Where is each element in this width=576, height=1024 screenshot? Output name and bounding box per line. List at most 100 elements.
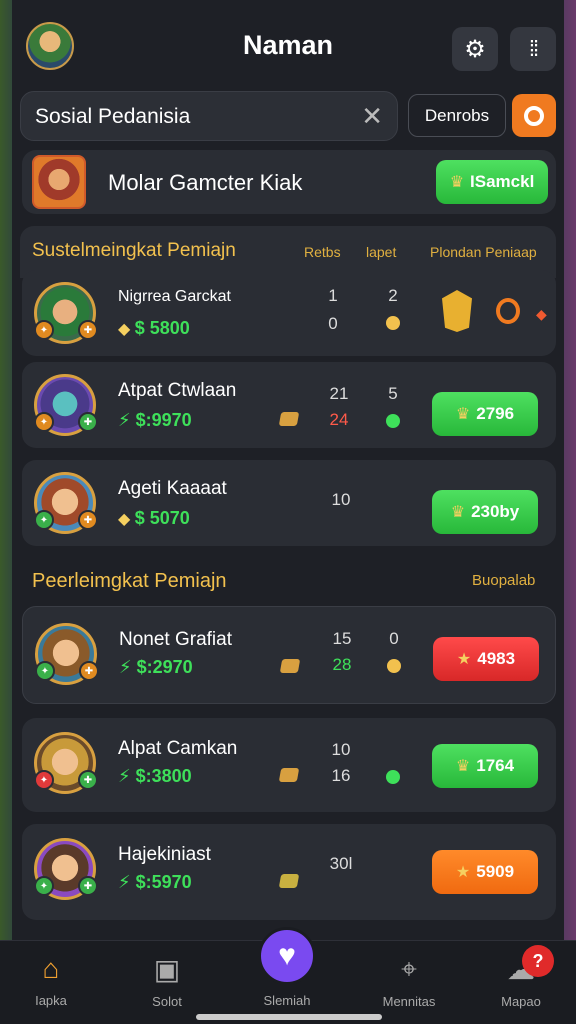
stat-value: 5 [388, 384, 398, 403]
home-icon: ⌂ [42, 953, 60, 984]
player-name: Hajekiniast [118, 844, 211, 865]
gem-icon [278, 874, 300, 888]
gear-icon: ⚙ [464, 35, 486, 63]
player-money: ◆ $ 5070 [118, 508, 190, 528]
player-money: ⚡ $:9970 [118, 410, 192, 430]
stat-value: 30l [329, 854, 353, 873]
ring-icon [496, 298, 520, 324]
search-input[interactable]: Sosial Pedanisia [35, 105, 190, 129]
player-money: ◆ $ 5800 [118, 318, 190, 338]
home-indicator[interactable] [196, 1014, 382, 1020]
badge-icon: ✦ [34, 876, 54, 896]
stat-value: 15 [332, 629, 352, 648]
status-dot [387, 659, 401, 673]
settings-button[interactable]: ⚙ [452, 27, 498, 71]
nav-item-home[interactable]: ⌂ Iapka [6, 953, 96, 1008]
stat-value: 16 [331, 766, 351, 785]
badge-icon: ✚ [78, 876, 98, 896]
coin-icon: ♛ [455, 758, 471, 775]
stat-value: 0 [328, 314, 338, 333]
nav-label: Iapka [35, 993, 67, 1008]
banner-button-label: ISamckl [470, 172, 535, 191]
player-money: ⚡ $:2970 [119, 657, 193, 677]
stat-value: 24 [329, 410, 349, 429]
denrobs-button[interactable]: Denrobs [408, 94, 506, 137]
player-name: Atpat Ctwlaan [118, 380, 237, 401]
coin-icon: ♛ [455, 406, 471, 423]
stat-value: 10 [331, 740, 351, 759]
claim-button[interactable]: ♛ 1764 [432, 744, 538, 788]
stat-value: 1 [328, 286, 338, 305]
star-icon: ★ [456, 651, 472, 668]
coin-icon: ♛ [449, 174, 465, 191]
nav-label: Slemiah [263, 993, 311, 1008]
stat-value: 0 [389, 629, 399, 648]
player-name: Nigrrea Garckat [118, 288, 231, 305]
list-item[interactable]: ✦ ✚ Ageti Kaaaat ◆ $ 5070 10 ♛ 230by [22, 460, 556, 546]
list-item[interactable]: ✦ ✚ Hajekiniast ⚡ $:5970 30l ★ 5909 [22, 824, 556, 920]
claim-button-label: 2796 [476, 404, 515, 423]
badge-icon: ✚ [78, 320, 98, 340]
list-item[interactable]: ✦ ✚ Nonet Grafiat ⚡ $:2970 15 28 0 ★ 498… [22, 606, 556, 704]
nav-item-map[interactable]: ⌖ Mennitas [364, 953, 454, 1009]
stat-value: 2 [388, 286, 398, 305]
badge-icon: ✦ [35, 661, 55, 681]
banner-text: Molar Gamcter Kiak [108, 170, 303, 195]
orange-action-button[interactable] [512, 94, 556, 137]
gem-icon [278, 412, 300, 426]
badge-icon: ✚ [78, 510, 98, 530]
section-header-2: Peerleimgkat Pemiajn Buopalab [20, 556, 556, 608]
list-item[interactable]: ✦ ✚ Alpat Camkan ⚡ $:3800 10 16 ♛ 1764 [22, 718, 556, 812]
column-header: Plondan Peniaap [430, 244, 537, 260]
claim-button-label: 230by [471, 502, 520, 521]
claim-button[interactable]: ★ 4983 [433, 637, 539, 681]
claim-button-label: 4983 [477, 649, 516, 668]
shield-icon [442, 290, 472, 332]
stat-value: 10 [331, 490, 351, 509]
nav-item-tv[interactable]: ▣ Solot [122, 953, 212, 1009]
nav-label: Solot [152, 994, 182, 1009]
column-header: Buopalab [472, 572, 536, 589]
search-bar[interactable]: Sosial Pedanisia ✕ [20, 91, 398, 141]
player-name: Alpat Camkan [118, 738, 238, 759]
claim-button-label: 1764 [476, 756, 515, 775]
coin-icon: ♛ [450, 504, 466, 521]
section-title: Peerleimgkat Pemiajn [32, 570, 227, 592]
claim-button[interactable]: ♛ 230by [432, 490, 538, 534]
status-dot [386, 414, 400, 428]
header: Naman ⚙ ⁞⁞ [12, 0, 564, 90]
list-item[interactable]: ✦ ✚ Atpat Ctwlaan ⚡ $:9970 21 24 5 ♛ 279… [22, 362, 556, 448]
gem-icon [278, 768, 300, 782]
badge-icon: ✦ [34, 412, 54, 432]
nav-label: Mennitas [382, 994, 436, 1009]
stat-value: 21 [329, 384, 349, 403]
column-header: lapet [366, 244, 397, 260]
bottom-nav: ⌂ Iapka ▣ Solot ♥ Slemiah ⌖ Mennitas ☁ M… [0, 927, 576, 1024]
badge-icon: ✦ [34, 510, 54, 530]
claim-button[interactable]: ★ 5909 [432, 850, 538, 894]
claim-button-label: 5909 [476, 862, 515, 881]
list-item[interactable]: ✦ ✚ Nigrrea Garckat ◆ $ 5800 1 0 2 ◆ [22, 270, 556, 356]
status-dot [386, 316, 400, 330]
banner-avatar [32, 155, 86, 209]
player-money: ⚡ $:3800 [118, 766, 192, 786]
badge-icon: ✚ [78, 770, 98, 790]
ring-icon [524, 105, 544, 126]
close-icon[interactable]: ✕ [361, 101, 383, 132]
menu-button[interactable]: ⁞⁞ [510, 27, 556, 71]
app-frame: Naman ⚙ ⁞⁞ Sosial Pedanisia ✕ Denrobs Mo… [12, 0, 564, 1024]
featured-banner[interactable]: Molar Gamcter Kiak ♛ ISamckl [22, 150, 556, 214]
map-icon: ⌖ [401, 953, 417, 984]
player-name: Ageti Kaaaat [118, 478, 227, 499]
notification-badge[interactable]: ? [522, 945, 554, 977]
badge-icon: ✦ [34, 770, 54, 790]
player-name: Nonet Grafiat [119, 629, 232, 650]
stat-value: 28 [332, 655, 352, 674]
heart-icon: ♥ [258, 927, 316, 985]
status-dot [386, 770, 400, 784]
claim-button[interactable]: ♛ 2796 [432, 392, 538, 436]
badge-icon: ✚ [79, 661, 99, 681]
banner-button[interactable]: ♛ ISamckl [436, 160, 548, 204]
column-header: Retbs [304, 244, 341, 260]
section-title: Sustelmeingkat Pemiajn [32, 240, 236, 261]
